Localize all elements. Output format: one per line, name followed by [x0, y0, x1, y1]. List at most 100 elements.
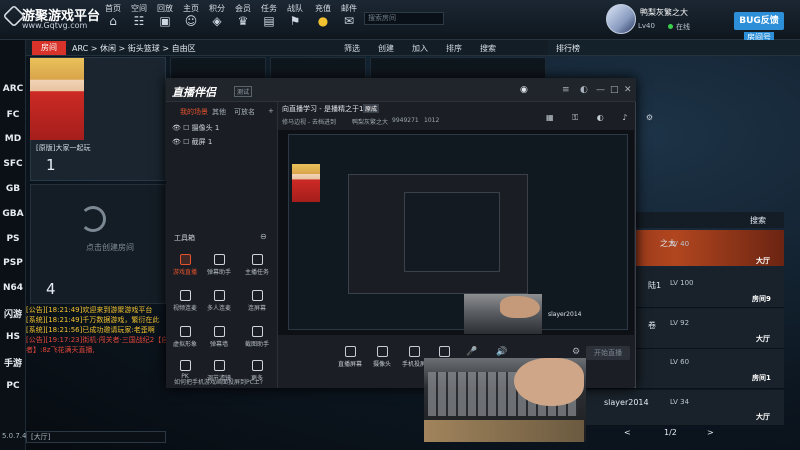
- replay-icon[interactable]: ▣: [158, 14, 172, 28]
- player-search-button[interactable]: 搜索: [750, 215, 766, 226]
- nav-recharge[interactable]: 充值: [310, 3, 336, 14]
- start-live-button[interactable]: 开始直播: [586, 346, 630, 360]
- tool-tasks[interactable]: 主播任务: [242, 254, 272, 276]
- nav-profile[interactable]: 主页: [178, 3, 204, 14]
- maximize-icon[interactable]: □: [610, 85, 619, 95]
- points-icon[interactable]: ◈: [210, 14, 224, 28]
- sidebar-item-pc[interactable]: PC: [0, 381, 26, 391]
- home-icon[interactable]: ⌂: [106, 14, 120, 28]
- team-icon[interactable]: ⚑: [288, 14, 302, 28]
- tab-sources[interactable]: 可放名: [234, 107, 255, 117]
- create-button[interactable]: 创建: [378, 43, 394, 54]
- search-input[interactable]: 搜索房间: [364, 12, 444, 25]
- settings-icon[interactable]: ⚙: [572, 347, 580, 357]
- nav-team[interactable]: 战队: [282, 3, 308, 14]
- room-slot[interactable]: [370, 57, 546, 79]
- next-page-button[interactable]: >: [707, 428, 714, 437]
- nav-space[interactable]: 空间: [126, 3, 152, 14]
- menu-icon[interactable]: ≡: [562, 85, 570, 95]
- tool-label: 连屏幕: [247, 305, 266, 312]
- scene-item[interactable]: 👁 ☐ 摄像头 1: [172, 123, 219, 133]
- chat-input[interactable]: [大厅]: [26, 431, 166, 443]
- nav-points[interactable]: 积分: [204, 3, 230, 14]
- preview-character-image: [292, 164, 320, 202]
- tab-room[interactable]: 房间: [32, 41, 66, 55]
- microphone-icon[interactable]: 🎤: [466, 347, 477, 357]
- vip-icon[interactable]: ♛: [236, 14, 250, 28]
- sidebar-item-sfc[interactable]: SFC: [0, 159, 26, 169]
- filter-button[interactable]: 筛选: [344, 43, 360, 54]
- nav-tasks[interactable]: 任务: [256, 3, 282, 14]
- sidebar-item-fc[interactable]: FC: [0, 110, 26, 120]
- nav-replay[interactable]: 回放: [152, 3, 178, 14]
- mail-icon[interactable]: ✉: [342, 14, 356, 28]
- sort-button[interactable]: 排序: [446, 43, 462, 54]
- player-level: LV 60: [670, 358, 690, 366]
- tool-avatar[interactable]: 虚拟形象: [170, 326, 200, 348]
- toolbox-toggle-icon[interactable]: ⊖: [260, 232, 267, 241]
- bug-report-button[interactable]: BUG反馈: [734, 12, 784, 30]
- sidebar-item-arc[interactable]: ARC: [0, 84, 26, 94]
- tool-multi-link[interactable]: 多人连麦: [204, 290, 234, 312]
- sidebar-item-n64[interactable]: N64: [0, 283, 26, 293]
- tool-video-link[interactable]: 视频连麦: [170, 290, 200, 312]
- nav-vip[interactable]: 会员: [230, 3, 256, 14]
- sidebar-item-gb[interactable]: GB: [0, 184, 26, 194]
- streamer-name: 鸭梨灰繁之大: [352, 119, 389, 126]
- tool-screenshot[interactable]: 截图助手: [242, 326, 272, 348]
- coin-icon[interactable]: ●: [316, 14, 330, 28]
- nav-mail[interactable]: 邮件: [336, 3, 362, 14]
- profile-icon[interactable]: ☺: [184, 14, 198, 28]
- user-avatar-icon[interactable]: ◉: [520, 85, 528, 95]
- tab-other[interactable]: 其他: [212, 107, 226, 117]
- search-button[interactable]: 搜索: [480, 43, 496, 54]
- stream-room-id: 9949271: [392, 117, 419, 124]
- player-level: LV 92: [670, 319, 690, 327]
- minimize-icon[interactable]: —: [596, 85, 605, 95]
- sidebar-item-psp[interactable]: PSP: [0, 258, 26, 268]
- tool-label: 虚拟形象: [172, 341, 197, 348]
- close-icon[interactable]: ✕: [624, 85, 632, 95]
- scene-item[interactable]: 👁 ☐ 截屏 1: [172, 137, 212, 147]
- room-slot[interactable]: [270, 57, 366, 79]
- tool-danmaku[interactable]: 弹幕助手: [204, 254, 234, 276]
- user-level: Lv40: [638, 22, 655, 30]
- player-level: LV 34: [670, 398, 690, 406]
- stream-category[interactable]: 修马边视 - 去档进到: [282, 117, 336, 126]
- sidebar-item-md[interactable]: MD: [0, 134, 26, 144]
- sidebar-item-ps[interactable]: PS: [0, 234, 26, 244]
- tasks-icon[interactable]: ▤: [262, 14, 276, 28]
- tool-game-live[interactable]: 游戏直播: [170, 254, 200, 276]
- skin-icon[interactable]: ◐: [580, 85, 588, 95]
- tool-label: 截图助手: [244, 341, 269, 348]
- tool-screen-link[interactable]: 连屏幕: [242, 290, 272, 312]
- join-button[interactable]: 加入: [412, 43, 428, 54]
- sidebar-item-gba[interactable]: GBA: [0, 209, 26, 219]
- ranking-title[interactable]: 排行榜: [556, 43, 580, 54]
- speaker-icon[interactable]: 🔊: [496, 347, 507, 357]
- avatar[interactable]: [606, 4, 636, 34]
- button-label: 手机投屏: [401, 361, 426, 368]
- stream-app-version: 测试: [234, 86, 253, 97]
- stream-app-logo: 直播伴侣: [172, 86, 216, 99]
- player-row[interactable]: [566, 390, 784, 426]
- sidebar-item-hs[interactable]: HS: [0, 332, 26, 342]
- tool-danmaku-wall[interactable]: 弹幕墙: [204, 326, 234, 348]
- room-card-number: 1: [46, 156, 56, 174]
- tool-label: 游戏直播: [172, 269, 197, 276]
- screen-cast-hint-link[interactable]: 如何把手机游戏画面投屏到PC上?: [174, 377, 263, 386]
- add-scene-icon[interactable]: +: [268, 107, 274, 115]
- recursive-preview-frame: [404, 192, 500, 272]
- preview-player-name: slayer2014: [548, 311, 582, 318]
- stream-tool-icons[interactable]: ▦ ⚿ ◐ ♪ ⚙: [546, 113, 661, 123]
- sidebar-item-mobile[interactable]: 手游: [0, 356, 26, 369]
- room-slot[interactable]: [170, 57, 266, 79]
- tool-label: 视频连麦: [172, 305, 197, 312]
- sidebar-item-flash[interactable]: 闪游: [0, 307, 26, 320]
- prev-page-button[interactable]: <: [624, 428, 631, 437]
- tab-my-scenes[interactable]: 我的场景: [180, 107, 208, 117]
- nav-home[interactable]: 首页: [100, 3, 126, 14]
- space-icon[interactable]: ☷: [132, 14, 146, 28]
- user-name: 鸭梨灰繁之大: [640, 8, 688, 17]
- user-status[interactable]: 在线: [668, 22, 690, 32]
